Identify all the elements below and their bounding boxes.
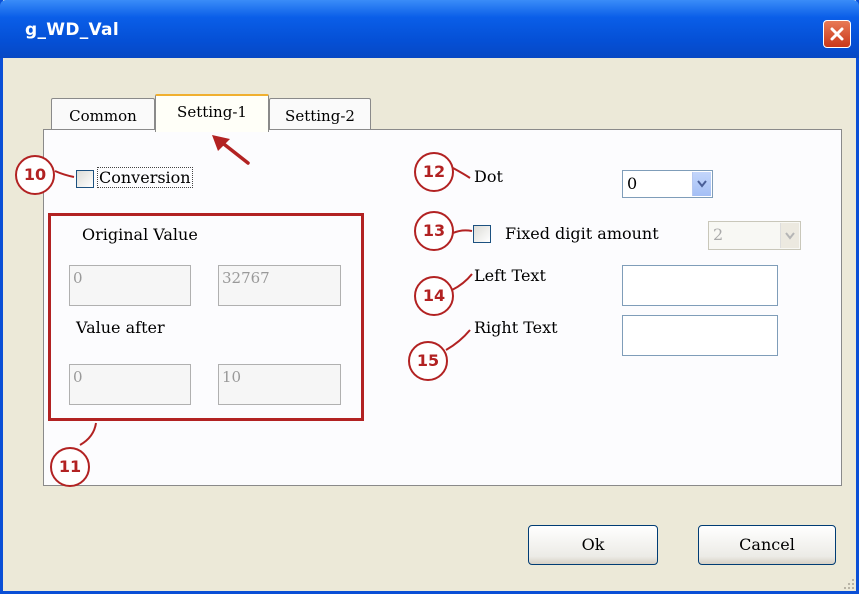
window-title: g_WD_Val [25,20,119,40]
conversion-checkbox[interactable] [76,170,94,188]
callout-10: 10 [15,155,55,195]
dropdown-arrow-icon [785,231,795,240]
callout-15: 15 [408,341,448,381]
title-bar[interactable]: g_WD_Val [0,0,859,58]
after-max-field[interactable]: 10 [218,364,341,405]
fixed-digit-checkbox[interactable] [473,225,491,243]
callout-14: 14 [414,276,454,316]
tab-setting-2[interactable]: Setting-2 [269,98,371,129]
fixed-digit-label[interactable]: Fixed digit amount [505,224,659,243]
callout-12: 12 [414,152,454,192]
callout-12-pointer [452,167,471,179]
callout-13: 13 [414,211,454,251]
fixed-digit-value: 2 [713,225,724,244]
left-text-input[interactable] [622,265,778,306]
dot-value: 0 [627,174,638,193]
close-icon [830,27,844,41]
dropdown-arrow-icon [697,180,707,188]
dot-label: Dot [474,167,503,186]
cancel-button[interactable]: Cancel [698,525,836,565]
tab-common[interactable]: Common [51,98,155,129]
callout-10-pointer [54,170,75,178]
conversion-label[interactable]: Conversion [97,167,193,188]
close-button[interactable] [823,20,851,48]
ok-button[interactable]: Ok [528,525,658,565]
original-value-label: Original Value [82,225,198,244]
right-text-label: Right Text [474,318,558,337]
left-text-label: Left Text [474,266,546,285]
fixed-digit-dropdown-button [780,223,799,248]
original-max-field[interactable]: 32767 [218,265,341,306]
arrow-pointer-icon [212,135,250,165]
value-after-label: Value after [76,318,165,337]
fixed-digit-select: 2 [708,221,801,250]
dot-select[interactable]: 0 [622,170,713,198]
after-min-field[interactable]: 0 [69,364,191,405]
dot-dropdown-button[interactable] [692,172,711,196]
original-min-field[interactable]: 0 [69,265,191,306]
callout-14-pointer [451,273,473,291]
callout-11: 11 [50,447,90,487]
callout-13-pointer [452,229,473,234]
right-text-input[interactable] [622,315,778,356]
tab-setting-1[interactable]: Setting-1 [155,94,269,132]
callout-11-pointer [79,422,97,446]
resize-grip-icon[interactable] [841,576,855,590]
callout-15-pointer [445,329,471,351]
